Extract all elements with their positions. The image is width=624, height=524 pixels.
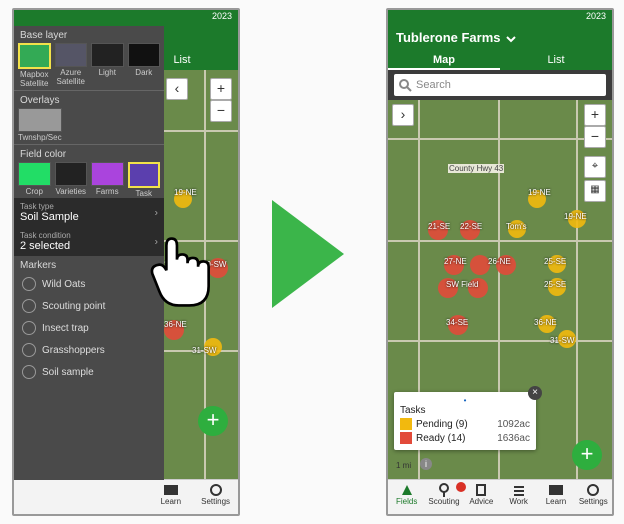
tab-list[interactable]: List bbox=[500, 50, 612, 70]
layers-button[interactable]: ▦ bbox=[584, 180, 606, 202]
nav-learn[interactable]: Learn bbox=[148, 480, 193, 514]
legend-title: Tasks bbox=[400, 405, 530, 416]
farm-selector[interactable]: Tublerone Farms bbox=[396, 30, 516, 45]
overlays-heading: Overlays bbox=[20, 95, 158, 106]
hand-cursor-icon bbox=[140, 228, 228, 316]
chevron-down-icon bbox=[506, 34, 516, 44]
zoom-out-button[interactable]: − bbox=[210, 100, 232, 122]
field-color-heading: Field color bbox=[20, 149, 158, 160]
phone-right: 2023 Tublerone Farms Map List Search Cou… bbox=[386, 8, 614, 516]
nav-advice[interactable]: Advice bbox=[463, 480, 500, 514]
legend-pending: Pending (9) 1092ac bbox=[400, 418, 530, 430]
task-legend: × • Tasks Pending (9) 1092ac Ready (14) … bbox=[394, 392, 536, 450]
color-farms[interactable]: Farms bbox=[91, 162, 124, 198]
nav-scouting[interactable]: Scouting bbox=[425, 480, 462, 514]
map-scale: 1 mi bbox=[396, 461, 411, 470]
base-dark[interactable]: Dark bbox=[128, 43, 161, 88]
base-light[interactable]: Light bbox=[91, 43, 124, 88]
nav-settings[interactable]: Settings bbox=[575, 480, 612, 514]
task-type-select[interactable]: Task type Soil Sample › bbox=[14, 198, 164, 227]
color-varieties[interactable]: Varieties bbox=[55, 162, 88, 198]
legend-ready: Ready (14) 1636ac bbox=[400, 432, 530, 444]
panel-collapse-button[interactable]: ‹ bbox=[166, 78, 188, 100]
info-icon[interactable]: i bbox=[420, 458, 432, 470]
zoom-in-button[interactable]: + bbox=[584, 104, 606, 126]
panel-expand-button[interactable]: › bbox=[392, 104, 414, 126]
markers-heading: Markers bbox=[20, 260, 158, 271]
status-bar: 2023 bbox=[14, 10, 238, 26]
marker-soil-sample[interactable]: Soil sample bbox=[14, 361, 164, 383]
nav-work[interactable]: Work bbox=[500, 480, 537, 514]
zoom-out-button[interactable]: − bbox=[584, 126, 606, 148]
marker-insect-trap[interactable]: Insect trap bbox=[14, 317, 164, 339]
add-fab[interactable]: + bbox=[572, 440, 602, 470]
bottom-nav: Learn Settings bbox=[14, 479, 238, 514]
zoom-in-button[interactable]: + bbox=[210, 78, 232, 100]
nav-fields[interactable]: Fields bbox=[388, 480, 425, 514]
close-icon[interactable]: × bbox=[528, 386, 542, 400]
header: Tublerone Farms Map List bbox=[388, 26, 612, 70]
color-crop[interactable]: Crop bbox=[18, 162, 51, 198]
search-icon bbox=[398, 78, 412, 92]
status-bar: 2023 bbox=[388, 10, 612, 26]
arrow-icon bbox=[272, 200, 344, 308]
chevron-right-icon: › bbox=[155, 207, 158, 218]
marker-grasshoppers[interactable]: Grasshoppers bbox=[14, 339, 164, 361]
search-input[interactable]: Search bbox=[394, 74, 606, 96]
tab-map[interactable]: Map bbox=[388, 50, 500, 70]
color-task[interactable]: Task bbox=[128, 162, 161, 198]
base-mapbox-satellite[interactable]: Mapbox Satellite bbox=[18, 43, 51, 88]
nav-learn[interactable]: Learn bbox=[537, 480, 574, 514]
nav-settings[interactable]: Settings bbox=[193, 480, 238, 514]
base-azure-satellite[interactable]: Azure Satellite bbox=[55, 43, 88, 88]
bottom-nav: Fields Scouting Advice Work Learn Settin… bbox=[388, 479, 612, 514]
legend-pager: • bbox=[400, 396, 530, 405]
add-fab[interactable]: + bbox=[198, 406, 228, 436]
locate-button[interactable]: ⌖ bbox=[584, 156, 606, 178]
overlay-twnshp[interactable]: Twnshp/Sec bbox=[18, 108, 62, 142]
base-layer-heading: Base layer bbox=[20, 30, 158, 41]
